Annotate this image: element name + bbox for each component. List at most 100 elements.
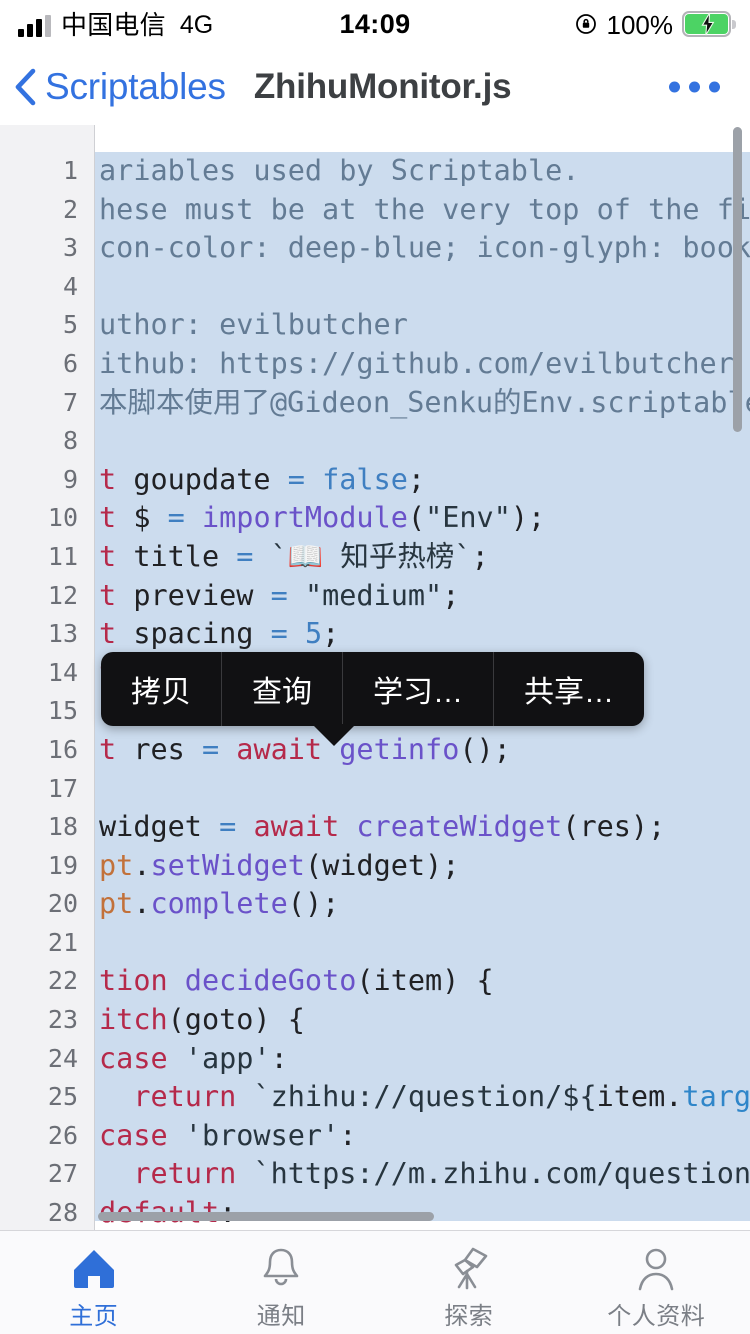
- context-menu-item-4[interactable]: 共享…: [494, 652, 644, 726]
- code-text[interactable]: ithub: https://github.com/evilbutcher: [99, 345, 734, 384]
- code-line[interactable]: 8: [0, 422, 750, 461]
- code-token: "medium": [304, 578, 443, 612]
- line-number: 6: [62, 348, 78, 378]
- status-bar: 中国电信 4G 14:09 100%: [0, 0, 750, 48]
- back-button[interactable]: Scriptables: [0, 66, 226, 108]
- context-menu-arrow: [312, 724, 356, 746]
- code-token: ;: [322, 617, 340, 651]
- home-icon: [68, 1244, 120, 1292]
- code-token: ithub: https://github.com/evilbutcher: [99, 346, 734, 380]
- code-text[interactable]: 本脚本使用了@Gideon_Senku的Env.scriptable, 感谢: [99, 384, 750, 423]
- code-line[interactable]: 11 t title = `📖 知乎热榜`;: [0, 538, 750, 577]
- code-text[interactable]: return `https://m.zhihu.com/question/${i…: [99, 1155, 750, 1194]
- code-text[interactable]: pt.complete();: [99, 885, 339, 924]
- code-text[interactable]: tion decideGoto(item) {: [99, 962, 494, 1001]
- code-line[interactable]: 19 pt.setWidget(widget);: [0, 847, 750, 886]
- code-line[interactable]: 24 case 'app':: [0, 1040, 750, 1079]
- tab-telescope[interactable]: 探索: [375, 1231, 563, 1331]
- horizontal-scrollbar[interactable]: [98, 1212, 434, 1221]
- code-text[interactable]: t spacing = 5;: [99, 615, 339, 654]
- code-token: complete: [150, 887, 288, 921]
- code-token: "Env": [425, 501, 511, 535]
- code-token: hese must be at the very top of the file…: [99, 192, 750, 226]
- context-menu-item-2[interactable]: 查询: [222, 652, 343, 726]
- code-token: t: [99, 732, 134, 766]
- rotation-lock-icon: [575, 14, 596, 34]
- code-line[interactable]: 23 itch(goto) {: [0, 1001, 750, 1040]
- code-text[interactable]: t res = await getinfo();: [99, 731, 511, 770]
- line-number: 15: [47, 696, 78, 726]
- code-line[interactable]: 21: [0, 924, 750, 963]
- code-line[interactable]: 10 t $ = importModule("Env");: [0, 499, 750, 538]
- tab-person[interactable]: 个人资料: [563, 1231, 750, 1331]
- code-token: target.id: [682, 1080, 750, 1114]
- code-text[interactable]: uthor: evilbutcher: [99, 306, 408, 345]
- code-token: await: [253, 810, 357, 844]
- code-token: (res);: [562, 810, 666, 844]
- code-token: tion: [99, 964, 185, 998]
- context-menu-item-3[interactable]: 学习…: [343, 652, 494, 726]
- code-token: (item) {: [356, 964, 494, 998]
- code-text[interactable]: itch(goto) {: [99, 1001, 305, 1040]
- tab-home[interactable]: 主页: [0, 1231, 188, 1331]
- code-text[interactable]: widget = await createWidget(res);: [99, 808, 665, 847]
- ellipsis-icon[interactable]: [669, 81, 720, 92]
- code-token: 'app': [184, 1041, 271, 1075]
- context-menu-item-1[interactable]: 拷贝: [101, 652, 222, 726]
- code-text[interactable]: t title = `📖 知乎热榜`;: [99, 538, 489, 577]
- code-line[interactable]: 22 tion decideGoto(item) {: [0, 962, 750, 1001]
- code-text[interactable]: con-color: deep-blue; icon-glyph: book-o…: [99, 229, 750, 268]
- text-selection-context-menu[interactable]: 拷贝 查询 学习… 共享…: [101, 652, 644, 726]
- code-line[interactable]: 9t goupdate = false;: [0, 461, 750, 500]
- code-token: ;: [407, 462, 426, 496]
- code-token: importModule: [201, 501, 408, 535]
- app-root: 中国电信 4G 14:09 100% Scriptables ZhihuMoni…: [0, 0, 750, 1334]
- code-line[interactable]: 20 pt.complete();: [0, 885, 750, 924]
- bell-icon: [255, 1244, 307, 1292]
- code-line[interactable]: 18 widget = await createWidget(res);: [0, 808, 750, 847]
- code-token: =: [287, 462, 323, 496]
- code-line[interactable]: 17: [0, 770, 750, 809]
- code-text[interactable]: return `zhihu://question/${item.target.i…: [99, 1078, 750, 1117]
- code-line[interactable]: 2 hese must be at the very top of the fil…: [0, 191, 750, 230]
- code-token: case: [99, 1041, 185, 1075]
- code-line[interactable]: 5 uthor: evilbutcher: [0, 306, 750, 345]
- bottom-tab-bar[interactable]: 主页 通知 探索 个人资料: [0, 1230, 750, 1334]
- telescope-icon: [443, 1244, 495, 1292]
- code-line[interactable]: 6 ithub: https://github.com/evilbutcher: [0, 345, 750, 384]
- code-token: ;: [471, 539, 489, 573]
- code-line[interactable]: 26 case 'browser':: [0, 1117, 750, 1156]
- code-line[interactable]: 12 t preview = "medium";: [0, 577, 750, 616]
- code-text[interactable]: hese must be at the very top of the file…: [99, 191, 750, 230]
- line-number: 10: [47, 503, 78, 533]
- code-line[interactable]: 27 return `https://m.zhihu.com/question/…: [0, 1155, 750, 1194]
- code-line[interactable]: 16 t res = await getinfo();: [0, 731, 750, 770]
- code-line[interactable]: 13 t spacing = 5;: [0, 615, 750, 654]
- code-line[interactable]: 3 con-color: deep-blue; icon-glyph: book-…: [0, 229, 750, 268]
- tab-label: 通知: [256, 1303, 306, 1330]
- code-token: =: [270, 578, 305, 612]
- line-number: 18: [47, 812, 78, 842]
- tab-bell[interactable]: 通知: [188, 1231, 376, 1331]
- code-token: (: [407, 501, 426, 535]
- code-text[interactable]: t preview = "medium";: [99, 577, 459, 616]
- code-text[interactable]: t goupdate = false;: [99, 461, 425, 500]
- code-token: :: [270, 1041, 288, 1075]
- navigation-bar: Scriptables ZhihuMonitor.js: [0, 48, 750, 125]
- code-token: t: [99, 501, 134, 535]
- back-button-label: Scriptables: [45, 65, 226, 107]
- vertical-scrollbar[interactable]: [733, 127, 742, 432]
- code-line[interactable]: 25 return `zhihu://question/${item.targe…: [0, 1078, 750, 1117]
- line-number: 19: [47, 850, 78, 880]
- code-text[interactable]: ariables used by Scriptable.: [99, 152, 579, 191]
- code-line[interactable]: 4: [0, 268, 750, 307]
- code-text[interactable]: t $ = importModule("Env");: [99, 499, 545, 538]
- code-text[interactable]: case 'app':: [99, 1040, 288, 1079]
- code-token: t: [99, 539, 134, 573]
- code-line[interactable]: 7 本脚本使用了@Gideon_Senku的Env.scriptable, 感谢: [0, 384, 750, 423]
- code-text[interactable]: case 'browser':: [99, 1117, 356, 1156]
- code-token: :: [339, 1118, 357, 1152]
- code-line[interactable]: 1 ariables used by Scriptable.: [0, 152, 750, 191]
- code-token: t: [99, 617, 134, 651]
- code-text[interactable]: pt.setWidget(widget);: [99, 847, 459, 886]
